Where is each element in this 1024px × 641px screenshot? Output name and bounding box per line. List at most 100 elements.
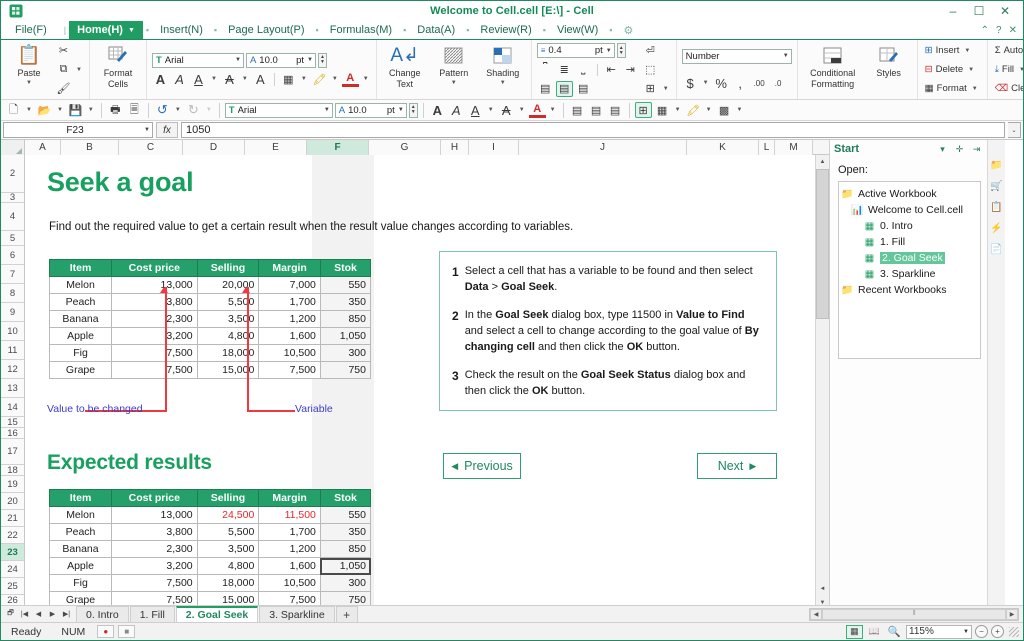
table-row[interactable]: Melon13,00024,50011,500550 <box>50 507 371 524</box>
table-cell[interactable]: 750 <box>320 362 370 379</box>
scroll-down-button[interactable]: ▼ <box>816 596 829 605</box>
table-row[interactable]: Apple3,2004,8001,6001,050 <box>50 558 371 575</box>
ribbon-tab-view[interactable]: View(W) <box>549 21 606 39</box>
row-header-17[interactable]: 17 <box>1 439 24 465</box>
column-header-K[interactable]: K <box>687 140 759 155</box>
chevron-down-icon[interactable]: ▼ <box>24 107 34 113</box>
table-cell[interactable]: 7,500 <box>112 575 198 592</box>
chevron-down-icon[interactable]: ▼ <box>548 107 558 113</box>
table-cell[interactable]: 850 <box>320 311 370 328</box>
column-header-F[interactable]: F <box>307 140 369 155</box>
format-rows-button[interactable]: ▦ Format ▼ <box>923 80 982 97</box>
add-sheet-button[interactable]: + <box>336 606 358 622</box>
row-header-10[interactable]: 10 <box>1 322 24 341</box>
table-cell[interactable]: 1,200 <box>259 541 321 558</box>
lightning-icon[interactable]: ⚡ <box>989 221 1004 236</box>
vertical-scroll-track[interactable] <box>816 319 829 582</box>
chevron-down-icon[interactable]: ▼ <box>704 107 714 113</box>
table-cell[interactable]: 2,300 <box>112 311 198 328</box>
stop-icon[interactable]: ■ <box>118 625 135 638</box>
formula-input[interactable]: 1050 <box>181 122 1005 138</box>
chevron-down-icon[interactable]: ▼ <box>449 80 459 86</box>
row-header-5[interactable]: 5 <box>1 231 24 246</box>
table-cell[interactable]: 850 <box>320 541 370 558</box>
share-icon[interactable]: ⚙ <box>616 21 642 39</box>
column-header-D[interactable]: D <box>183 140 245 155</box>
next-sheet-button[interactable]: ▶ <box>46 607 59 622</box>
decrease-indent-button[interactable]: ⇤ <box>603 62 620 78</box>
tree-item[interactable]: 📁Active Workbook <box>841 186 978 202</box>
print-button[interactable]: 🖶 <box>107 102 124 118</box>
ribbon-tab-file[interactable]: File(F) <box>1 21 61 39</box>
percent-button[interactable]: % <box>713 75 730 91</box>
table-cell[interactable]: 18,000 <box>197 345 259 362</box>
row-header-14[interactable]: 14 <box>1 398 24 417</box>
font-color-button[interactable]: A <box>342 72 359 87</box>
open-folder-icon[interactable]: 📁 <box>989 158 1004 173</box>
sheet-tab-2-goal-seek[interactable]: 2. Goal Seek <box>176 606 258 622</box>
table-cell[interactable]: 5,500 <box>197 294 259 311</box>
ribbon-collapse-button[interactable]: ⌃ <box>981 25 989 36</box>
sheet-tab-1-fill[interactable]: 1. Fill <box>130 606 175 622</box>
row-header-2[interactable]: 2 <box>1 155 24 193</box>
ribbon-tab-review[interactable]: Review(R) <box>472 21 539 39</box>
chevron-down-icon[interactable]: ▼ <box>24 80 34 86</box>
tree-item[interactable]: ▦3. Sparkline <box>841 266 978 282</box>
font-effects-button[interactable]: A <box>252 71 269 87</box>
tree-item[interactable]: ▦0. Intro <box>841 218 978 234</box>
shading-button[interactable]: Shading ▼ <box>480 42 526 98</box>
table-cell[interactable]: 7,000 <box>259 277 321 294</box>
chevron-down-icon[interactable]: ▼ <box>783 53 789 59</box>
table-row[interactable]: Grape7,50015,0007,500750 <box>50 592 371 606</box>
record-macro-icon[interactable]: ● <box>97 625 114 638</box>
table-cell[interactable]: 7,500 <box>112 592 198 606</box>
insert-cells-button[interactable]: ⊞ Insert ▼ <box>923 42 982 59</box>
clipboard-icon[interactable]: 📋 <box>989 200 1004 215</box>
row-header-18[interactable]: 18 <box>1 465 24 476</box>
split-handle[interactable]: ◄ <box>816 582 829 596</box>
row-header-20[interactable]: 20 <box>1 493 24 510</box>
format-painter-button[interactable]: 🖌 <box>55 81 72 97</box>
quick-align-center-button[interactable]: ▤ <box>588 102 605 118</box>
column-header-J[interactable]: J <box>519 140 687 155</box>
paste-button[interactable]: 📋 Paste ▼ <box>6 42 52 98</box>
chevron-down-icon[interactable]: ▼ <box>673 107 683 113</box>
table-cell[interactable]: 350 <box>320 524 370 541</box>
ribbon-tab-home[interactable]: Home(H) ▼ <box>69 21 143 39</box>
chevron-down-icon[interactable]: ▼ <box>970 86 980 92</box>
sheet-tab-3-sparkline[interactable]: 3. Sparkline <box>259 606 334 622</box>
align-center-button[interactable]: ▤ <box>556 81 573 97</box>
chevron-down-icon[interactable]: ▼ <box>963 629 969 635</box>
quick-merge-center-button[interactable]: ⊞ <box>635 102 652 118</box>
table-cell[interactable]: Banana <box>50 311 112 328</box>
table-cell[interactable]: Grape <box>50 362 112 379</box>
chevron-down-icon[interactable]: ▼ <box>324 107 330 113</box>
cart-icon[interactable]: 🛒 <box>989 179 1004 194</box>
quick-align-right-button[interactable]: ▤ <box>607 102 624 118</box>
align-right-button[interactable]: ▤ <box>575 81 592 97</box>
table-row[interactable]: Banana2,3003,5001,200850 <box>50 541 371 558</box>
chevron-down-icon[interactable]: ▼ <box>606 48 612 54</box>
table-cell[interactable]: Fig <box>50 575 112 592</box>
chevron-down-icon[interactable]: ▼ <box>330 76 340 82</box>
table-cell[interactable]: 1,600 <box>259 558 321 575</box>
font-size-combo[interactable]: A 10.0 pt ▼ <box>246 53 316 68</box>
italic-button[interactable]: A <box>171 71 188 87</box>
column-header-H[interactable]: H <box>441 140 469 155</box>
table-cell[interactable]: 550 <box>320 277 370 294</box>
fill-color-button[interactable]: 🖍 <box>311 71 328 87</box>
table-cell[interactable]: 4,800 <box>197 328 259 345</box>
table-cell[interactable]: 7,500 <box>112 362 198 379</box>
table-cell[interactable]: 18,000 <box>197 575 259 592</box>
row-header-9[interactable]: 9 <box>1 303 24 322</box>
chevron-down-icon[interactable]: ▼ <box>962 48 972 54</box>
chevron-down-icon[interactable]: ▼ <box>966 67 976 73</box>
comma-style-button[interactable]: , <box>732 75 749 91</box>
chevron-down-icon[interactable]: ▼ <box>735 107 745 113</box>
scroll-right-button[interactable]: ▶ <box>1006 609 1018 620</box>
table-cell[interactable]: 3,800 <box>112 294 198 311</box>
vertical-scroll-thumb[interactable] <box>816 169 829 319</box>
open-folder-button[interactable]: 📂 <box>36 102 53 118</box>
row-header-13[interactable]: 13 <box>1 379 24 398</box>
print-preview-button[interactable]: 🗏 <box>126 102 143 118</box>
